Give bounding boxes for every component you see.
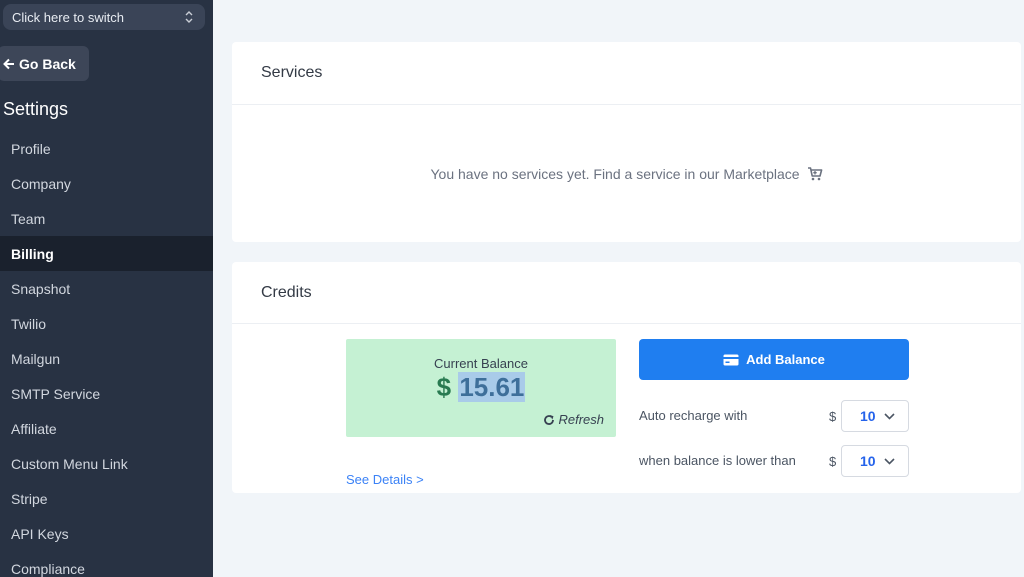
- account-switcher-label: Click here to switch: [12, 9, 124, 25]
- chevron-updown-icon: [185, 11, 193, 23]
- arrow-left-icon: [3, 58, 14, 69]
- credit-card-icon: [723, 354, 739, 365]
- refresh-label: Refresh: [558, 412, 604, 427]
- add-balance-label: Add Balance: [746, 352, 825, 367]
- sidebar-item-profile[interactable]: Profile: [0, 131, 213, 166]
- sidebar-item-api-keys[interactable]: API Keys: [0, 516, 213, 551]
- current-balance-panel: Current Balance $ 15.61 Refresh: [346, 339, 616, 437]
- services-empty-message: You have no services yet. Find a service…: [232, 166, 1021, 182]
- current-balance-label: Current Balance: [434, 356, 528, 371]
- sidebar-item-snapshot[interactable]: Snapshot: [0, 271, 213, 306]
- go-back-button[interactable]: Go Back: [0, 46, 89, 81]
- sidebar-item-mailgun[interactable]: Mailgun: [0, 341, 213, 376]
- sidebar-item-affiliate[interactable]: Affiliate: [0, 411, 213, 446]
- refresh-icon: [544, 414, 555, 425]
- sidebar-item-smtp-service[interactable]: SMTP Service: [0, 376, 213, 411]
- go-back-label: Go Back: [19, 55, 76, 72]
- threshold-label: when balance is lower than: [639, 453, 796, 468]
- sidebar-item-compliance[interactable]: Compliance: [0, 551, 213, 577]
- see-details-link[interactable]: See Details >: [346, 472, 424, 487]
- threshold-amount-value: 10: [860, 453, 876, 469]
- cart-icon[interactable]: [807, 167, 823, 181]
- balance-value: 15.61: [458, 372, 526, 402]
- services-title: Services: [232, 42, 1021, 105]
- sidebar-item-team[interactable]: Team: [0, 201, 213, 236]
- sidebar: Click here to switch Go Back Settings Pr…: [0, 0, 213, 577]
- credits-card: Credits Current Balance $ 15.61 Refresh …: [232, 262, 1021, 493]
- sidebar-item-billing[interactable]: Billing: [0, 236, 213, 271]
- settings-nav: Profile Company Team Billing Snapshot Tw…: [0, 131, 213, 577]
- refresh-button[interactable]: Refresh: [543, 412, 604, 427]
- sidebar-item-custom-menu-link[interactable]: Custom Menu Link: [0, 446, 213, 481]
- auto-recharge-amount-select[interactable]: 10: [841, 400, 909, 432]
- auto-recharge-currency: $: [829, 409, 837, 424]
- threshold-currency: $: [829, 454, 837, 469]
- add-balance-button[interactable]: Add Balance: [639, 339, 909, 380]
- chevron-down-icon: [884, 413, 895, 420]
- sidebar-item-company[interactable]: Company: [0, 166, 213, 201]
- sidebar-item-twilio[interactable]: Twilio: [0, 306, 213, 341]
- auto-recharge-amount-value: 10: [860, 408, 876, 424]
- services-empty-text: You have no services yet. Find a service…: [430, 166, 800, 182]
- services-card: Services You have no services yet. Find …: [232, 42, 1021, 242]
- chevron-down-icon: [884, 458, 895, 465]
- account-switcher[interactable]: Click here to switch: [3, 4, 205, 30]
- threshold-amount-select[interactable]: 10: [841, 445, 909, 477]
- auto-recharge-label: Auto recharge with: [639, 408, 748, 423]
- currency-symbol: $: [436, 372, 452, 402]
- current-balance-amount: $ 15.61: [346, 372, 616, 403]
- credits-title: Credits: [232, 262, 1021, 324]
- sidebar-item-stripe[interactable]: Stripe: [0, 481, 213, 516]
- settings-heading: Settings: [3, 99, 69, 119]
